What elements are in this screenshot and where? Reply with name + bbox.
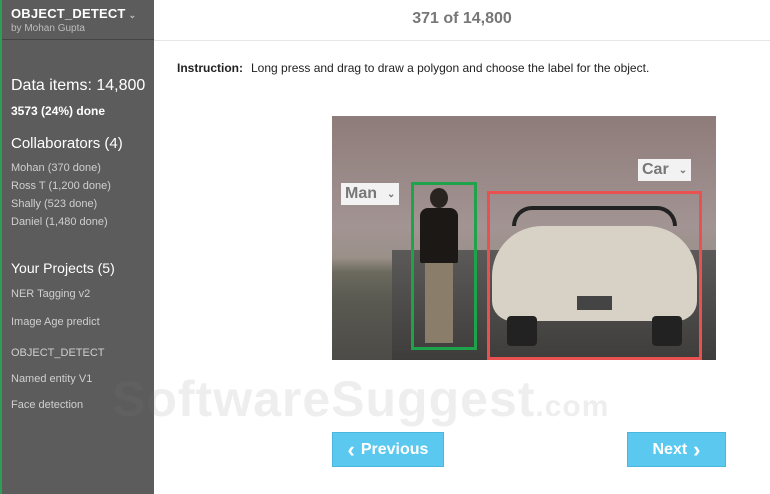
collaborator: Daniel (1,480 done) [11,216,108,228]
item-counter: 371 of 14,800 [412,10,512,27]
collaborator: Shally (523 done) [11,198,98,210]
collaborator: Mohan (370 done) [11,162,101,174]
instruction-label: Instruction: [177,61,243,75]
man-bounding-box[interactable] [411,182,477,350]
project-link[interactable]: Named entity V1 [11,373,92,385]
man-label-select[interactable]: Man ⌄ [341,183,400,205]
instruction: Instruction: Long press and drag to draw … [177,61,649,75]
next-label: Next [652,440,688,458]
chevron-down-icon: ⌄ [387,188,396,200]
project-link[interactable]: NER Tagging v2 [11,288,90,300]
label-value: Man [345,185,377,202]
next-button[interactable]: Next › [627,432,726,467]
previous-label: Previous [360,440,429,458]
chevron-left-icon: ‹ [347,436,355,462]
watermark: SoftwareSuggest.com [112,370,609,428]
project-header[interactable]: OBJECT_DETECT ⌄ by Mohan Gupta [2,0,154,40]
collaborator: Ross T (1,200 done) [11,180,111,192]
watermark-text: SoftwareSuggest [112,371,536,427]
collaborators-title: Collaborators (4) [11,135,123,152]
previous-button[interactable]: ‹ Previous [332,432,444,467]
project-link[interactable]: OBJECT_DETECT [11,347,105,359]
instruction-text: Long press and drag to draw a polygon an… [251,61,650,75]
project-title-row: OBJECT_DETECT ⌄ [11,6,145,21]
done-count: 3573 (24%) done [11,104,106,118]
project-link[interactable]: Face detection [11,399,83,411]
project-link[interactable]: Image Age predict [11,316,100,328]
watermark-suffix: .com [535,390,610,423]
divider [154,40,770,41]
annotation-canvas[interactable]: Man ⌄ Car ⌄ [332,116,716,360]
project-title: OBJECT_DETECT [11,6,126,21]
label-value: Car [642,161,669,178]
project-owner: by Mohan Gupta [11,23,85,34]
car-label-select[interactable]: Car ⌄ [638,159,692,181]
car-bounding-box[interactable] [487,191,702,360]
chevron-right-icon: › [693,436,701,462]
projects-title: Your Projects (5) [11,260,115,276]
chevron-down-icon[interactable]: ⌄ [129,10,137,20]
chevron-down-icon: ⌄ [678,164,688,176]
data-items: Data items: 14,800 [11,77,146,94]
